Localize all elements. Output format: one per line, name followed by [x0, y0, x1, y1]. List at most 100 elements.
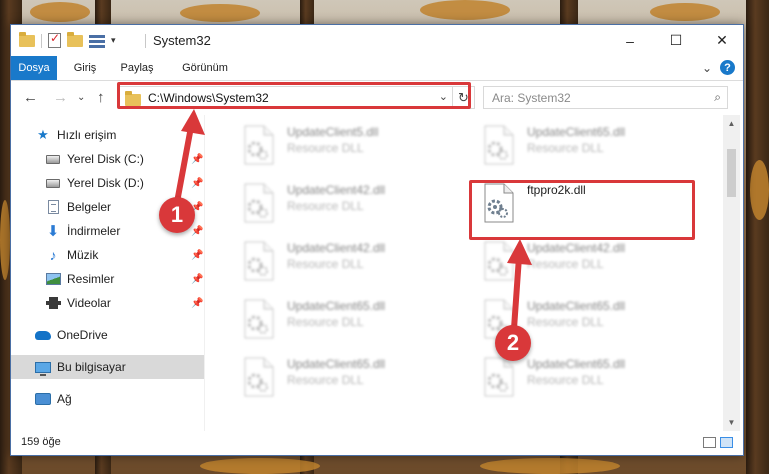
- address-highlight: [117, 82, 471, 109]
- tab-giris[interactable]: Giriş: [67, 56, 103, 80]
- step-marker-1: 1: [159, 197, 195, 233]
- scrollbar-thumb[interactable]: [727, 149, 736, 197]
- file-item[interactable]: UpdateClient5.dll Resource DLL: [223, 119, 433, 167]
- file-list: UpdateClient5.dll Resource DLL UpdateCli…: [205, 115, 723, 431]
- file-description: Resource DLL: [287, 257, 364, 271]
- minimize-button[interactable]: –: [607, 25, 653, 56]
- title-bar: ▾ System32 – ☐ ✕: [11, 25, 743, 56]
- search-icon[interactable]: ⌕: [714, 90, 721, 105]
- file-name: UpdateClient42.dll: [287, 183, 386, 197]
- vertical-scrollbar[interactable]: ▲ ▼: [723, 115, 740, 431]
- tab-paylas[interactable]: Paylaş: [115, 56, 159, 80]
- file-name: UpdateClient65.dll: [287, 357, 386, 371]
- sidebar-item-label: Hızlı erişim: [57, 128, 117, 142]
- file-name: UpdateClient65.dll: [527, 357, 626, 371]
- new-folder-icon[interactable]: [67, 31, 83, 47]
- scroll-up-icon[interactable]: ▲: [723, 115, 740, 132]
- properties-icon[interactable]: [48, 31, 61, 48]
- sidebar-item-network[interactable]: Ağ: [11, 387, 204, 411]
- sidebar-item-label: Müzik: [67, 248, 99, 262]
- dll-file-icon: [244, 183, 274, 223]
- folder-icon[interactable]: [19, 31, 35, 47]
- dll-file-icon: [484, 125, 514, 165]
- computer-icon: [35, 360, 51, 376]
- customize-toolbar-icon[interactable]: ▾: [111, 35, 116, 46]
- pin-icon[interactable]: 📌: [191, 250, 203, 261]
- up-button[interactable]: ↑: [97, 89, 105, 106]
- sidebar-item-label: Belgeler: [67, 200, 112, 214]
- file-item[interactable]: UpdateClient65.dll Resource DLL: [223, 351, 433, 399]
- sidebar-item-label: Bu bilgisayar: [57, 360, 126, 374]
- tiles-view-icon[interactable]: [720, 437, 733, 448]
- view-icon[interactable]: [89, 34, 105, 48]
- expand-ribbon-icon[interactable]: ⌄: [702, 61, 712, 75]
- star-icon: ★: [37, 127, 49, 142]
- file-highlight: [469, 180, 695, 240]
- back-button[interactable]: ←: [23, 89, 38, 106]
- maximize-button[interactable]: ☐: [653, 25, 699, 56]
- close-button[interactable]: ✕: [699, 25, 745, 56]
- file-name: UpdateClient65.dll: [527, 299, 626, 313]
- file-name: UpdateClient65.dll: [287, 299, 386, 313]
- download-icon: ⬇: [46, 223, 60, 240]
- window-title: System32: [153, 33, 211, 48]
- file-item[interactable]: UpdateClient65.dll Resource DLL: [463, 293, 673, 341]
- pin-icon[interactable]: 📌: [191, 298, 203, 309]
- ribbon-tabs: Dosya Giriş Paylaş Görünüm ⌄ ?: [11, 56, 743, 81]
- tab-dosya[interactable]: Dosya: [11, 56, 57, 80]
- file-item[interactable]: UpdateClient65.dll Resource DLL: [463, 119, 673, 167]
- sidebar-item-label: Yerel Disk (D:): [67, 176, 144, 190]
- sidebar-item-pictures[interactable]: Resimler 📌: [11, 267, 204, 291]
- file-name: UpdateClient42.dll: [527, 241, 626, 255]
- pin-icon[interactable]: 📌: [191, 226, 203, 237]
- sidebar-item-label: Yerel Disk (C:): [67, 152, 144, 166]
- sidebar-item-onedrive[interactable]: OneDrive: [11, 323, 204, 347]
- scroll-down-icon[interactable]: ▼: [723, 414, 740, 431]
- sidebar-item-label: Resimler: [67, 272, 115, 286]
- file-description: Resource DLL: [287, 373, 364, 387]
- dll-file-icon: [244, 241, 274, 281]
- tab-gorunum[interactable]: Görünüm: [175, 56, 235, 80]
- sidebar-item-label: Ağ: [57, 392, 72, 406]
- file-description: Resource DLL: [287, 315, 364, 329]
- sidebar-item-label: Videolar: [67, 296, 111, 310]
- document-icon: [45, 200, 61, 214]
- file-item[interactable]: UpdateClient42.dll Resource DLL: [463, 235, 673, 283]
- recent-locations-button[interactable]: ⌄: [77, 92, 85, 103]
- cloud-icon: [35, 328, 51, 342]
- sidebar-item-this-pc[interactable]: Bu bilgisayar: [11, 355, 204, 379]
- network-icon: [35, 392, 51, 406]
- file-description: Resource DLL: [527, 141, 604, 155]
- pictures-icon: [45, 272, 61, 286]
- file-description: Resource DLL: [527, 373, 604, 387]
- drive-icon: [45, 152, 61, 166]
- file-name: UpdateClient65.dll: [527, 125, 626, 139]
- details-view-icon[interactable]: [703, 437, 716, 448]
- video-icon: [45, 296, 61, 310]
- drive-icon: [45, 176, 61, 190]
- status-bar: 159 öğe: [11, 431, 743, 455]
- file-item[interactable]: UpdateClient42.dll Resource DLL: [223, 235, 433, 283]
- file-item[interactable]: UpdateClient65.dll Resource DLL: [463, 351, 673, 399]
- item-count: 159 öğe: [21, 436, 61, 448]
- sidebar-item-music[interactable]: ♪ Müzik 📌: [11, 243, 204, 267]
- search-input[interactable]: Ara: System32 ⌕: [483, 86, 728, 109]
- file-description: Resource DLL: [287, 141, 364, 155]
- file-description: Resource DLL: [287, 199, 364, 213]
- quick-access-toolbar: ▾: [19, 31, 116, 48]
- step-marker-2: 2: [495, 325, 531, 361]
- sidebar-item-label: İndirmeler: [67, 224, 121, 238]
- sidebar-item-label: OneDrive: [57, 328, 108, 342]
- file-item[interactable]: UpdateClient65.dll Resource DLL: [223, 293, 433, 341]
- help-icon[interactable]: ?: [720, 60, 735, 75]
- pin-icon[interactable]: 📌: [191, 274, 203, 285]
- forward-button[interactable]: →: [53, 89, 68, 106]
- sidebar-item-videos[interactable]: Videolar 📌: [11, 291, 204, 315]
- file-name: UpdateClient5.dll: [287, 125, 379, 139]
- file-name: UpdateClient42.dll: [287, 241, 386, 255]
- search-placeholder: Ara: System32: [492, 91, 571, 105]
- music-icon: ♪: [49, 247, 57, 263]
- explorer-window: ▾ System32 – ☐ ✕ Dosya Giriş Paylaş Görü…: [10, 24, 744, 456]
- dll-file-icon: [244, 357, 274, 397]
- file-item[interactable]: UpdateClient42.dll Resource DLL: [223, 177, 433, 225]
